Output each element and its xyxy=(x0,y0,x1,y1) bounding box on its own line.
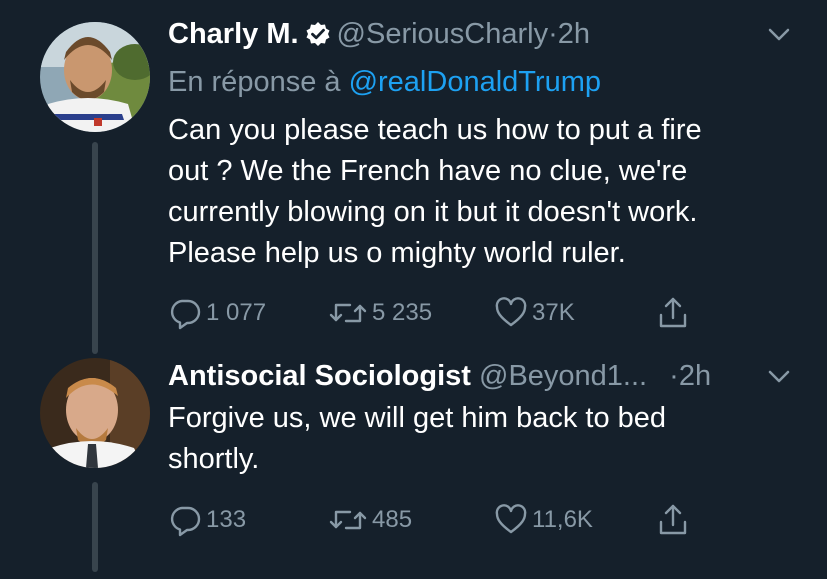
reply-count: 1 077 xyxy=(206,299,267,326)
tweet-actions: 1 077 5 235 37K xyxy=(168,293,708,333)
user-handle[interactable]: @Beyond1... xyxy=(479,360,647,392)
display-name[interactable]: Charly M. xyxy=(168,18,299,50)
tweet-header: Antisocial Sociologist @Beyond1... ·2h xyxy=(168,358,711,394)
reply-icon xyxy=(170,299,201,330)
tweet-actions: 133 485 11,6K xyxy=(168,500,708,540)
tweet[interactable]: Antisocial Sociologist @Beyond1... ·2h F… xyxy=(0,350,827,579)
reply-button[interactable]: 1 077 xyxy=(168,293,266,333)
thread-line xyxy=(92,142,98,354)
separator-dot: · xyxy=(548,18,558,50)
avatar[interactable] xyxy=(40,22,150,132)
tweet-text-line: Please help us o mighty world ruler. xyxy=(168,237,626,269)
tweet-text-line: shortly. xyxy=(168,443,260,475)
tweet-text-line: out ? We the French have no clue, we're xyxy=(168,155,688,187)
retweet-count: 485 xyxy=(372,506,413,533)
tweet-text: Forgive us, we will get him back to bed … xyxy=(168,398,808,480)
mention-link[interactable]: @realDonaldTrump xyxy=(349,66,601,98)
retweet-button[interactable]: 5 235 xyxy=(328,293,432,333)
tweet[interactable]: Charly M. @SeriousCharly·2h En réponse à … xyxy=(0,0,827,354)
tweet-text-line: currently blowing on it but it doesn't w… xyxy=(168,196,698,228)
thread-line xyxy=(92,482,98,572)
tweet-text-line: Forgive us, we will get him back to bed xyxy=(168,402,667,434)
share-icon xyxy=(659,297,687,328)
reply-prefix: En réponse à xyxy=(168,66,341,98)
like-count: 37K xyxy=(532,299,575,326)
retweet-icon xyxy=(329,303,367,323)
retweet-count: 5 235 xyxy=(372,299,433,326)
heart-icon xyxy=(495,504,527,534)
chevron-down-icon[interactable] xyxy=(768,370,790,384)
like-count: 11,6K xyxy=(532,506,593,533)
separator-dot: · xyxy=(669,360,679,392)
tweet-text-line: Can you please teach us how to put a fir… xyxy=(168,114,702,146)
tweet-header: Charly M. @SeriousCharly·2h xyxy=(168,16,590,56)
share-button[interactable] xyxy=(656,500,694,540)
user-handle[interactable]: @SeriousCharly xyxy=(337,18,549,50)
reply-count: 133 xyxy=(206,506,247,533)
reply-icon xyxy=(170,506,201,537)
share-button[interactable] xyxy=(656,293,694,333)
share-icon xyxy=(659,504,687,535)
reply-button[interactable]: 133 xyxy=(168,500,246,540)
timestamp[interactable]: 2h xyxy=(679,360,711,392)
timestamp[interactable]: 2h xyxy=(558,18,590,50)
reply-context: En réponse à @realDonaldTrump xyxy=(168,64,601,100)
like-button[interactable]: 37K xyxy=(494,293,575,333)
display-name[interactable]: Antisocial Sociologist xyxy=(168,360,471,392)
like-button[interactable]: 11,6K xyxy=(494,500,593,540)
avatar[interactable] xyxy=(40,358,150,468)
retweet-button[interactable]: 485 xyxy=(328,500,412,540)
chevron-down-icon[interactable] xyxy=(768,28,790,42)
verified-badge-icon xyxy=(305,20,331,56)
retweet-icon xyxy=(329,510,367,530)
tweet-text: Can you please teach us how to put a fir… xyxy=(168,110,808,274)
heart-icon xyxy=(495,297,527,327)
